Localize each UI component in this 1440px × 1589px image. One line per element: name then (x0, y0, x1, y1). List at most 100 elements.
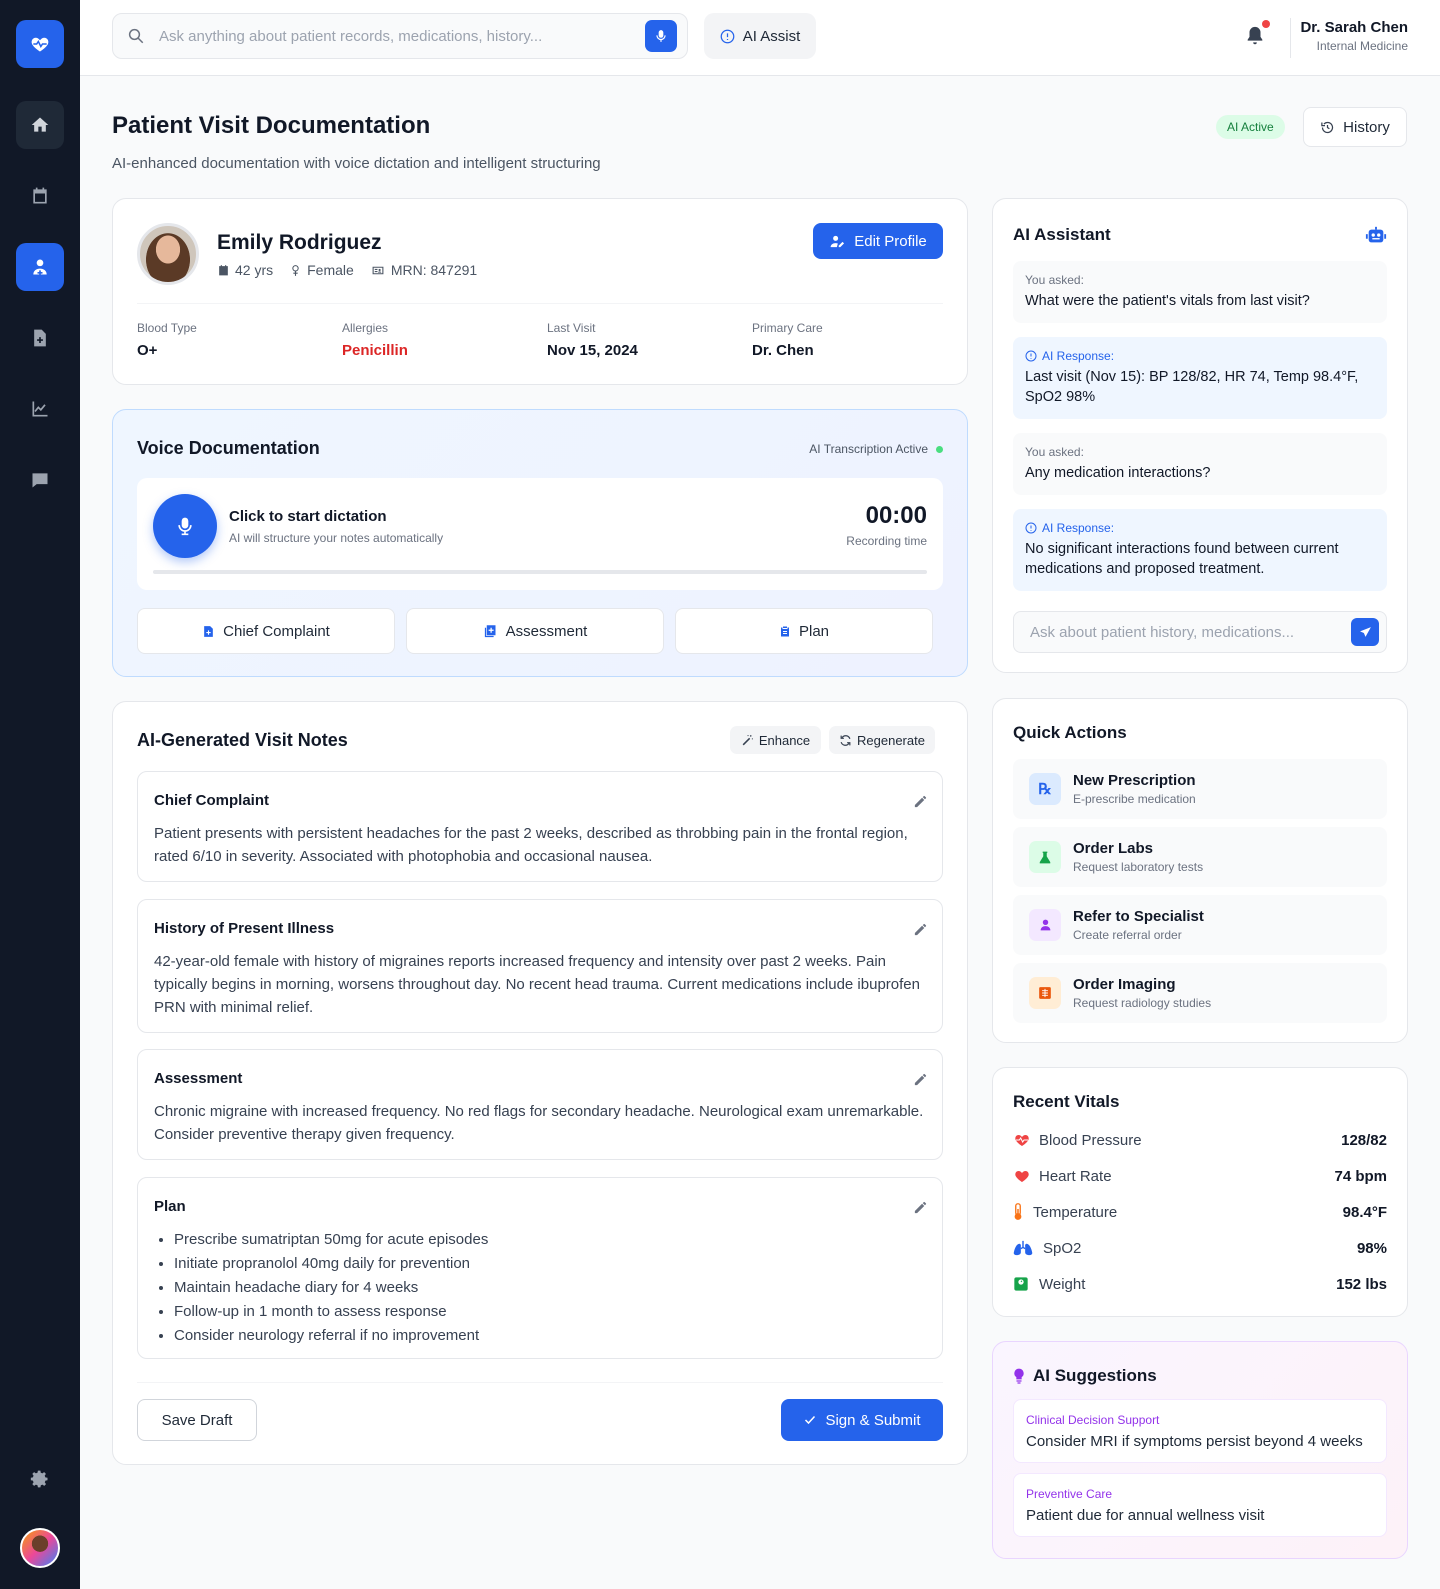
quick-action-order-imaging[interactable]: Order Imaging Request radiology studies (1013, 963, 1387, 1023)
app-logo-heart-pulse-icon[interactable] (16, 20, 64, 68)
user-name[interactable]: Dr. Sarah Chen (1300, 19, 1408, 36)
patient-mrn-value: MRN: 847291 (390, 262, 478, 278)
start-dictation-button[interactable] (153, 494, 217, 558)
edit-pencil-icon[interactable] (913, 1200, 928, 1215)
edit-pencil-icon[interactable] (913, 794, 928, 809)
search-bar (112, 13, 688, 59)
prescription-icon: ℞ (1029, 773, 1061, 805)
calendar-icon[interactable] (16, 172, 64, 220)
voice-search-mic-button[interactable] (645, 20, 677, 52)
thermometer-icon (1013, 1203, 1027, 1221)
edit-profile-button[interactable]: Edit Profile (813, 223, 943, 259)
plan-item: Consider neurology referral if no improv… (174, 1324, 926, 1348)
patient-age: 42 yrs (217, 262, 273, 278)
info-circle-icon (1025, 522, 1037, 534)
chat-label-wrap: AI Response: (1025, 521, 1375, 535)
send-button[interactable] (1351, 618, 1379, 646)
heart-icon (1013, 1167, 1033, 1185)
settings-gear-icon[interactable] (16, 1455, 64, 1503)
quick-action-label: Order Labs (1073, 840, 1154, 857)
search-icon (128, 28, 144, 44)
chat-question: You asked: Any medication interactions? (1013, 433, 1387, 495)
dictate-chief-complaint-button[interactable]: Chief Complaint (137, 608, 395, 654)
robot-icon (1365, 226, 1387, 243)
vital-value: 128/82 (1341, 1131, 1387, 1149)
ai-chat-input[interactable] (1030, 623, 1351, 641)
messages-icon[interactable] (16, 456, 64, 504)
dictate-plan-button[interactable]: Plan (675, 608, 933, 654)
voice-documentation-card: Voice Documentation AI Transcription Act… (112, 409, 968, 677)
dictation-panel: Click to start dictation AI will structu… (137, 478, 943, 590)
suggestion-text: Patient due for annual wellness visit (1026, 1507, 1265, 1524)
chat-response: AI Response: No significant interactions… (1013, 509, 1387, 591)
patients-icon[interactable] (16, 243, 64, 291)
quick-action-new-prescription[interactable]: ℞ New Prescription E-prescribe medicatio… (1013, 759, 1387, 819)
plan-item: Initiate propranolol 40mg daily for prev… (174, 1252, 926, 1276)
note-section-text[interactable]: Chronic migraine with increased frequenc… (154, 1100, 926, 1146)
vital-value: 152 lbs (1336, 1275, 1387, 1293)
transcription-status: AI Transcription Active (809, 442, 943, 456)
edit-pencil-icon[interactable] (913, 1072, 928, 1087)
vital-spo2: SpO2 98% (1013, 1237, 1387, 1259)
recent-vitals-card: Recent Vitals Blood Pressure 128/82 Hear… (992, 1067, 1408, 1317)
ai-assist-label: AI Assist (742, 27, 801, 45)
notification-bell-icon[interactable] (1244, 25, 1266, 47)
sign-submit-button[interactable]: Sign & Submit (781, 1399, 943, 1441)
vital-label: Temperature (1033, 1203, 1118, 1221)
paper-plane-icon (1359, 626, 1371, 637)
quick-action-refer-specialist[interactable]: Refer to Specialist Create referral orde… (1013, 895, 1387, 955)
venus-icon (292, 264, 299, 276)
patient-name: Emily Rodriguez (217, 231, 382, 254)
edit-pencil-icon[interactable] (913, 922, 928, 937)
heart-pulse-icon (1013, 1131, 1033, 1149)
suggestion-type: Clinical Decision Support (1026, 1413, 1160, 1427)
user-avatar[interactable] (20, 1528, 60, 1568)
note-section-text[interactable]: Patient presents with persistent headach… (154, 822, 926, 868)
chat-label-wrap: AI Response: (1025, 349, 1375, 363)
quick-action-sub: Request radiology studies (1073, 996, 1212, 1010)
suggestion-item[interactable]: Clinical Decision Support Consider MRI i… (1013, 1399, 1387, 1463)
medical-file-icon (204, 625, 213, 637)
patient-card: Emily Rodriguez 42 yrs Female MRN: 84729… (112, 198, 968, 385)
vital-value: 98% (1356, 1239, 1387, 1257)
save-draft-button[interactable]: Save Draft (137, 1399, 257, 1441)
enhance-button[interactable]: Enhance (730, 726, 821, 754)
plan-list[interactable]: Prescribe sumatriptan 50mg for acute epi… (174, 1228, 926, 1348)
microphone-icon (178, 517, 192, 536)
home-icon[interactable] (16, 101, 64, 149)
patient-age-value: 42 yrs (235, 262, 274, 278)
suggestion-type: Preventive Care (1026, 1487, 1113, 1501)
quick-action-sub: Create referral order (1073, 928, 1182, 942)
lightbulb-icon (1014, 1368, 1024, 1384)
quick-action-order-labs[interactable]: Order Labs Request laboratory tests (1013, 827, 1387, 887)
ai-assistant-card: AI Assistant You asked: What were the pa… (992, 198, 1408, 673)
chat-text: Any medication interactions? (1025, 465, 1211, 481)
sidebar (0, 0, 80, 1589)
suggestion-item[interactable]: Preventive Care Patient due for annual w… (1013, 1473, 1387, 1537)
user-edit-icon (830, 235, 845, 247)
chat-label: You asked: (1025, 273, 1084, 287)
ai-assist-button[interactable]: AI Assist (704, 13, 816, 59)
stat-value: Nov 15, 2024 (547, 342, 638, 359)
vital-weight: Weight 152 lbs (1013, 1273, 1387, 1295)
ai-chat-input-bar (1013, 611, 1387, 653)
history-button[interactable]: History (1303, 107, 1407, 147)
stat-label: Allergies (342, 321, 389, 335)
chat-question: You asked: What were the patient's vital… (1013, 261, 1387, 323)
visit-notes-card: AI-Generated Visit Notes Enhance Regener… (112, 701, 968, 1465)
recording-progress-bar (153, 570, 927, 574)
suggestions-title-text: AI Suggestions (1033, 1366, 1157, 1385)
user-role: Internal Medicine (1316, 39, 1408, 53)
note-section-chief-complaint: Chief Complaint Patient presents with pe… (137, 771, 943, 882)
chat-label: AI Response: (1042, 521, 1115, 535)
note-section-text[interactable]: 42-year-old female with history of migra… (154, 950, 926, 1019)
analytics-chart-icon[interactable] (16, 385, 64, 433)
x-ray-icon (1029, 977, 1061, 1009)
dictate-assessment-button[interactable]: Assessment (406, 608, 664, 654)
stat-value: O+ (137, 342, 158, 359)
regenerate-button[interactable]: Regenerate (829, 726, 935, 754)
medical-file-icon[interactable] (16, 314, 64, 362)
patient-meta: 42 yrs Female MRN: 847291 (217, 262, 477, 278)
stat-value: Penicillin (342, 342, 408, 359)
search-input[interactable] (159, 27, 645, 45)
